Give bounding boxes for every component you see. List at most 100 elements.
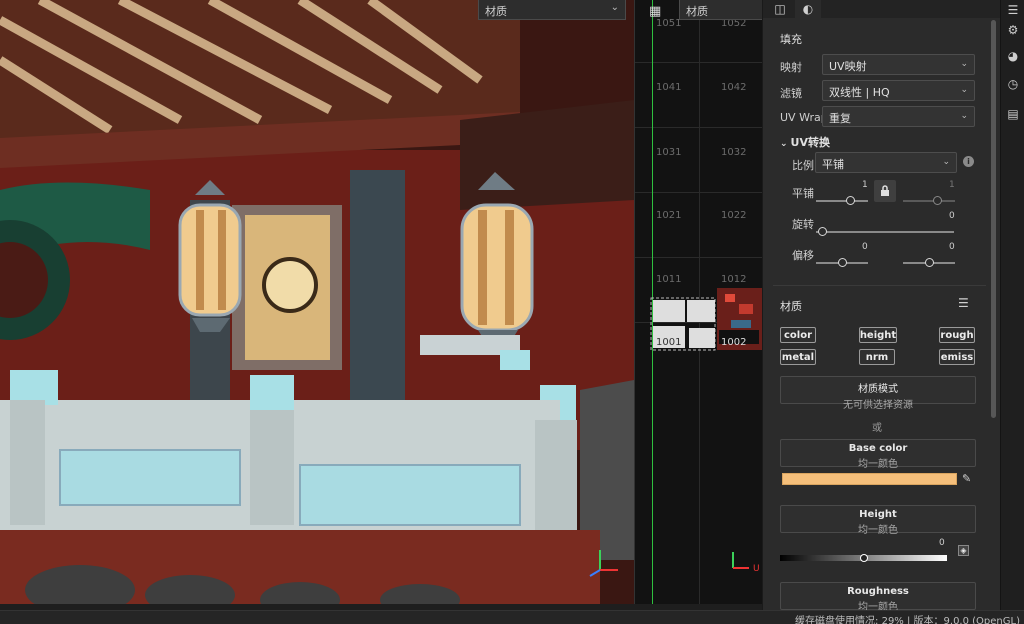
uv-tile-label: 1042 bbox=[721, 82, 747, 93]
offset-label: 偏移 bbox=[792, 249, 814, 262]
channel-nrm-chip[interactable]: nrm bbox=[859, 349, 895, 365]
height-value: 0 bbox=[939, 538, 945, 548]
uv-tile-label: 1031 bbox=[656, 147, 682, 158]
uv-transform-header[interactable]: ⌄ UV转换 bbox=[780, 134, 830, 150]
tile-slider-2-knob[interactable] bbox=[933, 196, 942, 205]
tile-slider-2[interactable] bbox=[903, 200, 955, 202]
material-mode-title: 材质模式 bbox=[858, 384, 898, 395]
offset-value-2: 0 bbox=[949, 242, 955, 252]
channel-height-chip[interactable]: height bbox=[859, 327, 897, 343]
channel-color-chip[interactable]: color bbox=[780, 327, 816, 343]
tile-label: 平铺 bbox=[792, 187, 814, 200]
chevron-down-icon: ⌄ bbox=[960, 85, 968, 95]
height-slider-knob[interactable] bbox=[859, 554, 868, 562]
tile-value-2: 1 bbox=[949, 180, 955, 190]
offset-slider-2-knob[interactable] bbox=[925, 258, 934, 267]
height-button[interactable]: Height 均一颜色 bbox=[780, 505, 976, 536]
mapping-select[interactable]: UV映射 ⌄ bbox=[822, 54, 975, 75]
uv-tile-label: 1002 bbox=[721, 337, 747, 348]
uv-tile-label: 1001 bbox=[656, 337, 682, 348]
rotate-slider-knob[interactable] bbox=[818, 227, 827, 236]
roughness-title: Roughness bbox=[847, 586, 909, 597]
scene-render bbox=[0, 0, 634, 604]
eyedropper-icon[interactable]: ✎ bbox=[962, 472, 971, 485]
uv-grid-line bbox=[635, 257, 762, 258]
filter-value: 双线性 | HQ bbox=[829, 86, 890, 99]
uv-grid-line bbox=[635, 62, 762, 63]
filter-label: 滤镜 bbox=[780, 87, 802, 100]
scale-value: 平铺 bbox=[822, 158, 844, 171]
uv-islands bbox=[650, 288, 762, 351]
chevron-down-icon: ⌄ bbox=[610, 2, 619, 13]
material-section-title: 材质 bbox=[780, 300, 802, 313]
uv-grid-line bbox=[635, 192, 762, 193]
rotate-label: 旋转 bbox=[792, 218, 814, 231]
material-mode-button[interactable]: 材质模式 无可供选择资源 bbox=[780, 376, 976, 411]
tile-slider-1-knob[interactable] bbox=[846, 196, 855, 205]
base-color-swatch[interactable] bbox=[782, 473, 957, 485]
status-bar: 缓存磁盘使用情况: 29% | 版本：9.0.0 (OpenGL) bbox=[0, 610, 1024, 624]
chevron-down-icon: ⌄ bbox=[960, 111, 968, 121]
filter-select[interactable]: 双线性 | HQ ⌄ bbox=[822, 80, 975, 101]
tile-slider-1[interactable] bbox=[816, 200, 868, 202]
viewport-material-dropdown[interactable]: 材质 ⌄ bbox=[478, 0, 626, 20]
section-divider bbox=[773, 285, 986, 286]
3d-viewport[interactable]: 材质 ⌄ bbox=[0, 0, 634, 604]
camera-settings-icon[interactable]: ◫ bbox=[767, 0, 793, 18]
tile-value-1: 1 bbox=[862, 180, 868, 190]
height-title: Height bbox=[859, 509, 897, 520]
lock-icon[interactable] bbox=[874, 180, 896, 202]
uv-wrap-select[interactable]: 重复 ⌄ bbox=[822, 106, 975, 127]
app-root: 材质 ⌄ 1051 1052 1041 1042 1031 1032 1021 … bbox=[0, 0, 1024, 624]
mapping-label: 映射 bbox=[780, 61, 802, 74]
uv-view[interactable]: 1051 1052 1041 1042 1031 1032 1021 1022 … bbox=[634, 0, 762, 604]
or-separator: 或 bbox=[872, 423, 882, 434]
uv-axis-label: U bbox=[753, 564, 760, 574]
chevron-down-icon: ⌄ bbox=[942, 157, 950, 167]
uv-tile-label: 1032 bbox=[721, 147, 747, 158]
uv-tile-label: 1022 bbox=[721, 210, 747, 221]
uv-material-dropdown[interactable]: 材质 bbox=[679, 0, 762, 20]
display-mode-icon[interactable]: ◐ bbox=[795, 0, 821, 18]
material-mode-subtitle: 无可供选择资源 bbox=[843, 400, 913, 411]
history-icon[interactable]: ◷ bbox=[1005, 76, 1021, 92]
base-color-button[interactable]: Base color 均一颜色 bbox=[780, 439, 976, 470]
roughness-button[interactable]: Roughness 均一颜色 bbox=[780, 582, 976, 610]
uv-transform-title: UV转换 bbox=[790, 136, 830, 149]
channel-rough-chip[interactable]: rough bbox=[939, 327, 975, 343]
layers-icon[interactable]: ☰ bbox=[1005, 2, 1021, 18]
channel-emiss-chip[interactable]: emiss bbox=[939, 349, 975, 365]
offset-slider-1-knob[interactable] bbox=[838, 258, 847, 267]
uv-wrap-label: UV Wrap bbox=[780, 111, 828, 124]
shader-icon[interactable]: ◕ bbox=[1005, 48, 1021, 64]
uv-wrap-value: 重复 bbox=[829, 112, 851, 125]
info-icon[interactable]: i bbox=[963, 156, 974, 167]
height-subtitle: 均一颜色 bbox=[858, 525, 898, 536]
chevron-down-icon: ⌄ bbox=[780, 139, 788, 149]
properties-panel: ◫ ◐ 填充 映射 UV映射 ⌄ 滤镜 双线性 | HQ ⌄ UV Wrap 重… bbox=[762, 0, 1000, 610]
right-toolbar: ☰ ⚙ ◕ ◷ ▤ bbox=[1000, 0, 1024, 610]
uv-grid-line bbox=[635, 127, 762, 128]
menu-list-icon[interactable]: ☰ bbox=[958, 296, 969, 310]
scale-label: 比例 bbox=[792, 159, 814, 172]
texture-picker-icon[interactable]: ◈ bbox=[958, 545, 969, 556]
scale-select[interactable]: 平铺 ⌄ bbox=[815, 152, 957, 173]
properties-icon[interactable]: ▤ bbox=[1005, 106, 1021, 122]
uv-tile-label: 1041 bbox=[656, 82, 682, 93]
roughness-subtitle: 均一颜色 bbox=[858, 602, 898, 610]
uv-dropdown-label: 材质 bbox=[686, 5, 708, 18]
grid-icon[interactable]: ▦ bbox=[649, 4, 665, 20]
base-color-subtitle: 均一颜色 bbox=[858, 459, 898, 470]
offset-value-1: 0 bbox=[862, 242, 868, 252]
rotate-value: 0 bbox=[949, 211, 955, 221]
uv-tile-label: 1021 bbox=[656, 210, 682, 221]
channel-metal-chip[interactable]: metal bbox=[780, 349, 816, 365]
panel-scrollbar[interactable] bbox=[991, 20, 996, 418]
chevron-down-icon: ⌄ bbox=[960, 59, 968, 69]
rotate-slider[interactable] bbox=[816, 231, 954, 233]
mapping-value: UV映射 bbox=[829, 60, 867, 73]
fill-section-title: 填充 bbox=[780, 33, 802, 46]
panel-tab-bar: ◫ ◐ bbox=[763, 0, 1000, 18]
status-text: 缓存磁盘使用情况: 29% | 版本：9.0.0 (OpenGL) bbox=[795, 616, 1020, 624]
settings-icon[interactable]: ⚙ bbox=[1005, 22, 1021, 38]
